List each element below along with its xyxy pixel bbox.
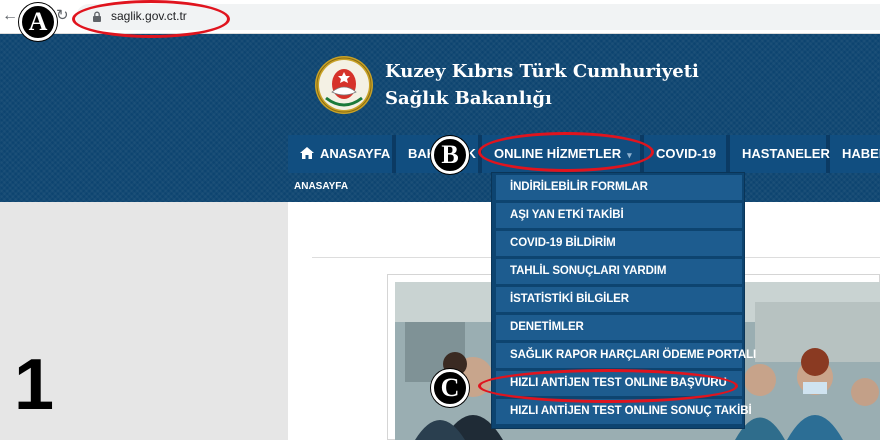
- marker-c: C: [431, 369, 469, 407]
- reload-icon[interactable]: ↻: [56, 6, 74, 26]
- nav-item-home[interactable]: ANASAYFA: [288, 135, 392, 173]
- site-title-line2[interactable]: Sağlık Bakanlığı: [385, 88, 552, 109]
- marker-a: A: [19, 3, 57, 41]
- highlight-ellipse-url: [72, 0, 230, 38]
- dropdown-item-covid-report[interactable]: COVID-19 BİLDİRİM: [496, 231, 742, 256]
- highlight-ellipse-online-services: [478, 132, 654, 172]
- nav-item-hospitals[interactable]: HASTANELER: [730, 135, 830, 173]
- breadcrumb[interactable]: ANASAYFA: [294, 181, 348, 192]
- dropdown-item-statistics[interactable]: İSTATİSTİKİ BİLGİLER: [496, 287, 742, 312]
- home-icon: [300, 147, 314, 159]
- step-number: 1: [14, 345, 55, 425]
- nav-home-label: ANASAYFA: [320, 146, 391, 161]
- nav-item-covid[interactable]: COVID-19: [644, 135, 726, 173]
- site-header: [0, 34, 880, 202]
- dropdown-item-payment-portal[interactable]: SAĞLIK RAPOR HARÇLARI ÖDEME PORTALI: [496, 343, 756, 368]
- dropdown-item-downloadable-forms[interactable]: İNDİRİLEBİLİR FORMLAR: [496, 175, 742, 200]
- nav-hospitals-label: HASTANELER: [742, 146, 830, 161]
- highlight-ellipse-antigen-application: [478, 369, 738, 403]
- nav-item-news[interactable]: HABERLER: [830, 135, 880, 173]
- site-title-line1[interactable]: Kuzey Kıbrıs Türk Cumhuriyeti: [385, 61, 699, 82]
- marker-b: B: [431, 136, 469, 174]
- dropdown-item-inspections[interactable]: DENETİMLER: [496, 315, 742, 340]
- dropdown-item-vaccine-side-effects[interactable]: AŞI YAN ETKİ TAKİBİ: [496, 203, 742, 228]
- nav-news-label: HABERLER: [842, 146, 880, 161]
- back-arrow-icon[interactable]: ←: [2, 6, 20, 26]
- dropdown-item-test-results-help[interactable]: TAHLİL SONUÇLARI YARDIM: [496, 259, 742, 284]
- state-emblem-icon[interactable]: [313, 54, 375, 116]
- nav-covid-label: COVID-19: [656, 146, 716, 161]
